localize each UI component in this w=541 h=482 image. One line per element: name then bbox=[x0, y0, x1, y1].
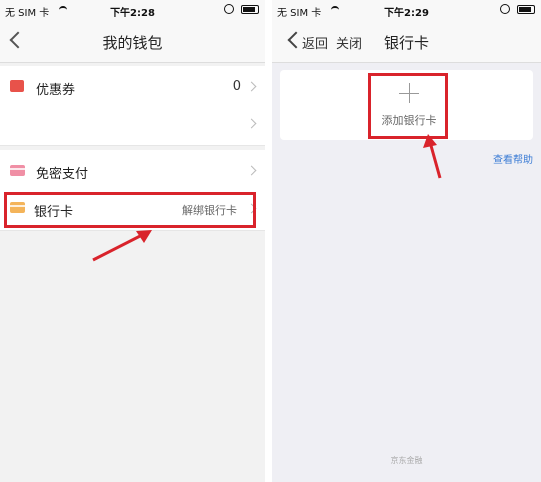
highlight-box bbox=[4, 192, 256, 228]
chevron-right-icon bbox=[246, 118, 257, 129]
pointer-arrow-icon bbox=[92, 230, 152, 262]
chevron-right-icon bbox=[246, 165, 257, 176]
status-icons bbox=[499, 4, 535, 15]
row-password-free-pay[interactable]: 免密支付 bbox=[0, 150, 265, 193]
page-title: 银行卡 bbox=[383, 34, 429, 52]
highlight-box bbox=[368, 73, 448, 139]
left-screen: 无 SIM 卡 下午2:28 我的钱包 优惠券 0 免密支付 银行卡 解绑银行卡 bbox=[0, 0, 265, 482]
nav-bar: 我的钱包 bbox=[0, 20, 265, 63]
row-empty[interactable] bbox=[0, 103, 265, 146]
right-screen: 无 SIM 卡 下午2:29 返回 关闭 银行卡 添加银行卡 查看帮助 京东金融 bbox=[272, 0, 541, 482]
row-label: 免密支付 bbox=[36, 167, 89, 182]
coupon-icon bbox=[10, 80, 24, 92]
status-icons bbox=[223, 4, 259, 15]
chevron-right-icon bbox=[246, 81, 257, 92]
footer-logo: 京东金融 bbox=[390, 456, 423, 465]
orientation-lock-icon bbox=[223, 4, 234, 14]
status-bar: 无 SIM 卡 下午2:29 bbox=[272, 0, 541, 20]
page-title: 我的钱包 bbox=[102, 34, 163, 52]
help-link[interactable]: 查看帮助 bbox=[493, 151, 533, 166]
coupon-count: 0 bbox=[232, 79, 241, 94]
payment-icon bbox=[10, 165, 25, 176]
battery-icon bbox=[241, 4, 259, 14]
nav-bar: 返回 关闭 银行卡 bbox=[272, 20, 541, 63]
battery-icon bbox=[517, 4, 535, 14]
orientation-lock-icon bbox=[499, 4, 510, 14]
row-label: 优惠券 bbox=[36, 83, 76, 98]
status-bar: 无 SIM 卡 下午2:28 bbox=[0, 0, 265, 20]
pointer-arrow-icon bbox=[423, 134, 442, 179]
